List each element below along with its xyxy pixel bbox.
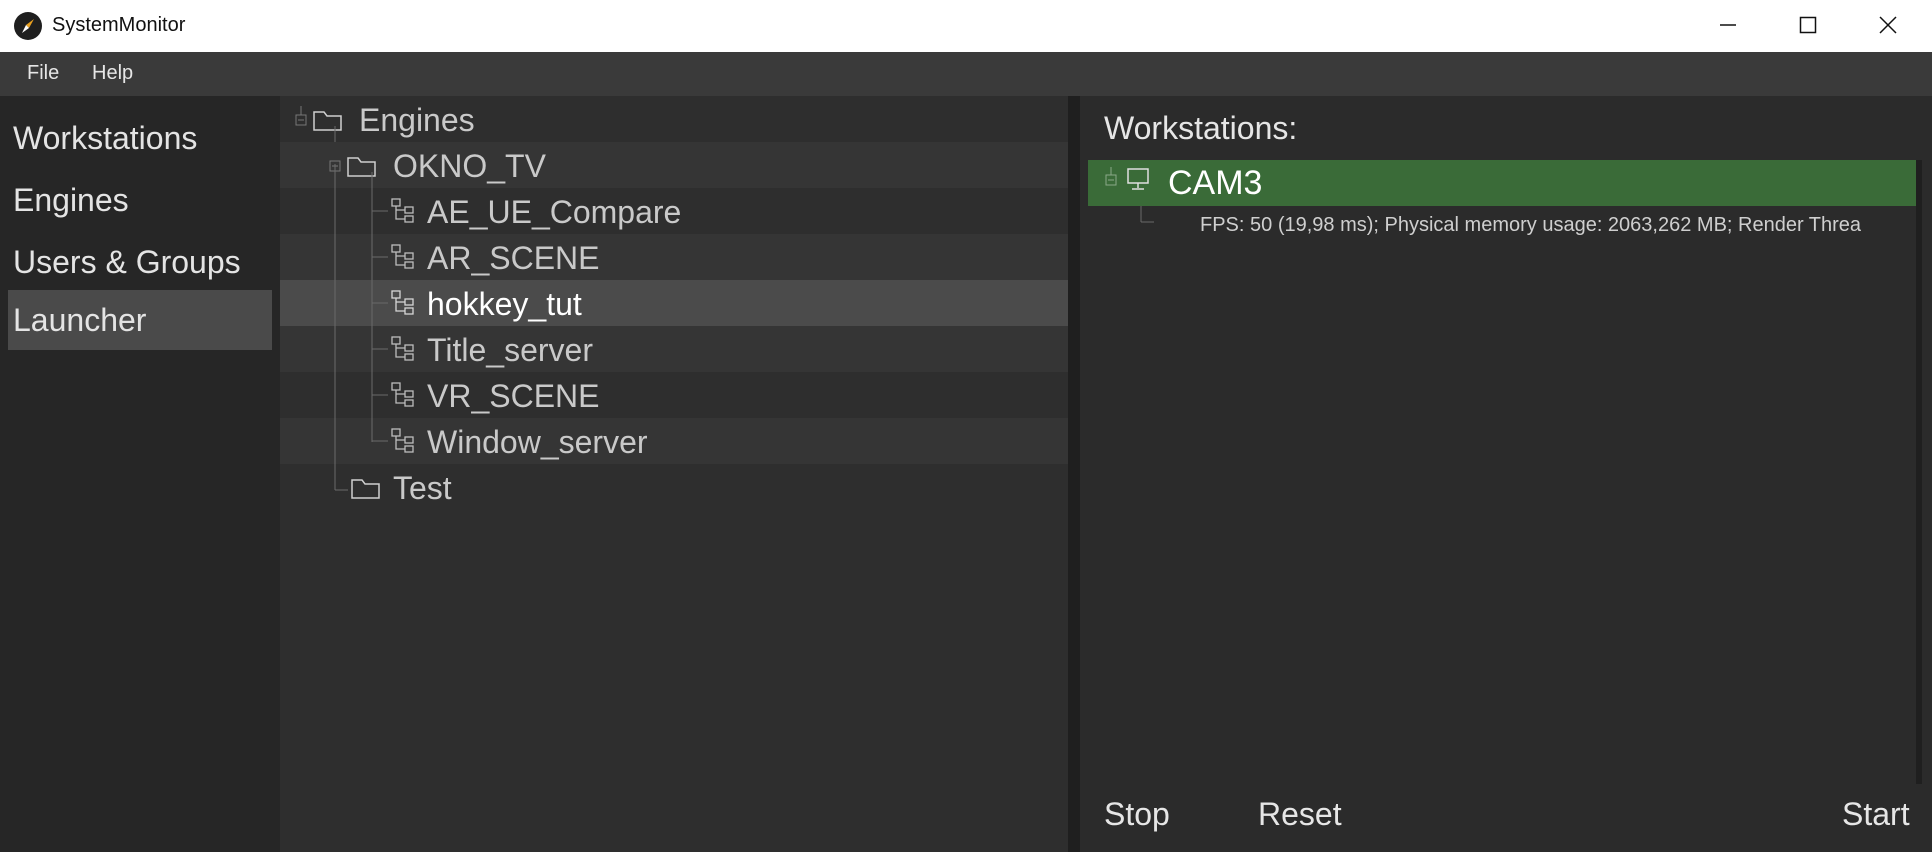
tree-node-label: hokkey_tut — [427, 286, 582, 322]
tree-node-scene[interactable]: AE_UE_Compare — [280, 188, 1068, 234]
panel-splitter[interactable] — [1068, 96, 1080, 852]
folder-icon — [329, 157, 376, 177]
workstations-list: CAM3 FPS: 50 (19,98 ms); Physical memory… — [1088, 160, 1920, 784]
left-navigation: Workstations Engines Users & Groups Laun… — [0, 96, 280, 852]
tree-node-scene[interactable]: Window_server — [280, 418, 1068, 464]
tree-node-okno-tv[interactable]: OKNO_TV — [280, 142, 1068, 188]
maximize-icon — [1799, 16, 1817, 34]
engines-tree: Engines OKNO_TV AE_UE_Compare AR_SCENE h… — [280, 96, 1068, 852]
window-title: SystemMonitor — [52, 14, 186, 36]
hierarchy-icon — [391, 244, 414, 269]
menu-bar: File Help — [0, 52, 1932, 96]
nav-item-engines[interactable]: Engines — [8, 170, 272, 230]
tree-node-scene[interactable]: Title_server — [280, 326, 1068, 372]
nav-item-label: Users & Groups — [13, 243, 241, 280]
tree-node-scene[interactable]: VR_SCENE — [280, 372, 1068, 418]
maximize-button[interactable] — [1768, 0, 1848, 50]
nav-item-label: Workstations — [13, 119, 198, 156]
reset-button[interactable]: Reset — [1258, 796, 1342, 833]
minimize-button[interactable] — [1688, 0, 1768, 50]
tree-node-label: VR_SCENE — [427, 378, 600, 414]
hierarchy-icon — [391, 428, 414, 453]
compass-icon — [14, 12, 42, 40]
vertical-scrollbar[interactable] — [1916, 160, 1922, 784]
stop-button[interactable]: Stop — [1104, 796, 1170, 833]
minimize-icon — [1720, 24, 1736, 26]
workstation-name: CAM3 — [1168, 164, 1263, 202]
workstations-panel: Workstations: CAM3 FPS: 50 (19,98 ms); P… — [1080, 96, 1932, 852]
tree-node-scene[interactable]: AR_SCENE — [280, 234, 1068, 280]
menu-file[interactable]: File — [27, 62, 59, 85]
tree-connector — [1140, 206, 1154, 223]
close-icon — [1879, 16, 1897, 34]
tree-node-engines[interactable]: Engines — [280, 96, 1068, 142]
nav-item-workstations[interactable]: Workstations — [8, 108, 272, 168]
workstation-row-cam3[interactable]: CAM3 — [1088, 160, 1920, 206]
menu-help[interactable]: Help — [92, 62, 133, 85]
tree-node-label: AE_UE_Compare — [427, 194, 682, 230]
nav-item-launcher[interactable]: Launcher — [8, 290, 272, 350]
title-bar: SystemMonitor — [0, 0, 1932, 52]
folder-icon — [351, 479, 380, 499]
hierarchy-icon — [391, 290, 414, 315]
tree-node-label: OKNO_TV — [393, 148, 546, 184]
nav-item-label: Engines — [13, 181, 129, 218]
folder-icon — [295, 106, 342, 131]
tree-node-test[interactable]: Test — [280, 464, 1068, 510]
tree-node-label: Window_server — [427, 424, 648, 460]
tree-node-label: Title_server — [427, 332, 593, 368]
monitor-icon — [1105, 167, 1149, 190]
tree-node-label: AR_SCENE — [427, 240, 600, 276]
hierarchy-icon — [391, 382, 414, 407]
nav-item-label: Launcher — [13, 301, 147, 338]
tree-node-label: Test — [393, 470, 452, 506]
hierarchy-icon — [391, 198, 414, 223]
close-button[interactable] — [1848, 0, 1928, 50]
tree-node-label: Engines — [359, 102, 475, 138]
workstation-stats: FPS: 50 (19,98 ms); Physical memory usag… — [1200, 214, 1862, 236]
tree-node-scene-selected[interactable]: hokkey_tut — [280, 280, 1068, 326]
start-button[interactable]: Start — [1842, 796, 1910, 833]
hierarchy-icon — [391, 336, 414, 361]
nav-item-users-groups[interactable]: Users & Groups — [8, 232, 272, 292]
workstations-title: Workstations: — [1104, 110, 1298, 146]
